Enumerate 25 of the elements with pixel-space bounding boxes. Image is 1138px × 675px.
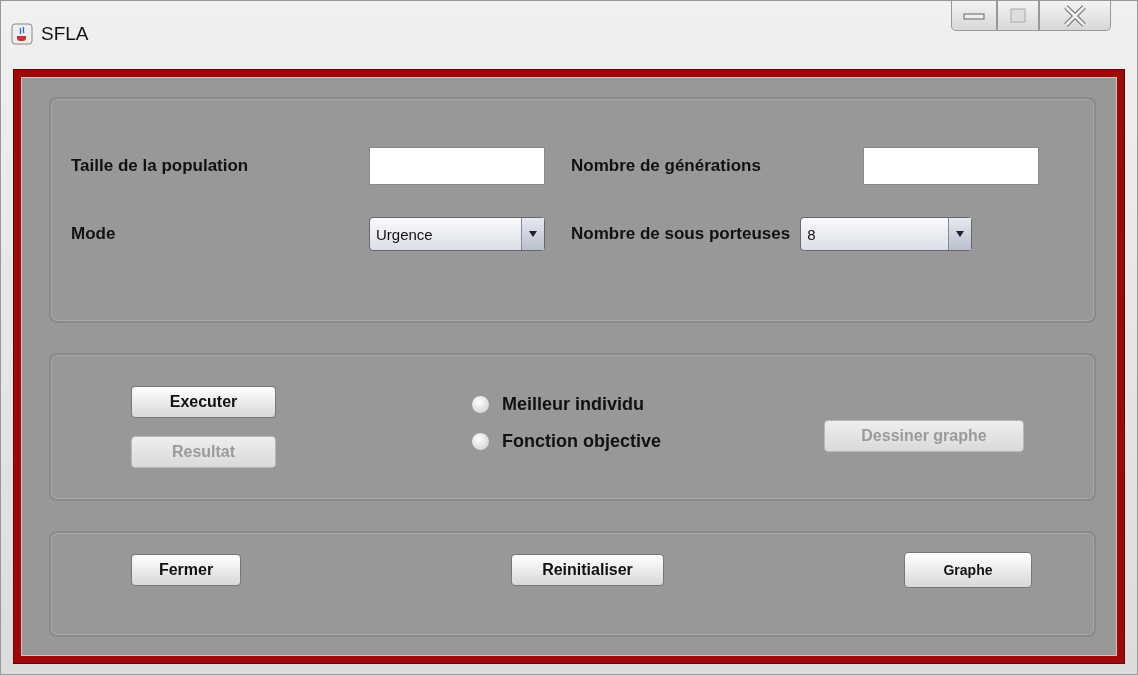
maximize-button[interactable]: [997, 1, 1039, 31]
dropdown[interactable]: Urgence: [369, 217, 545, 251]
close-button[interactable]: [1039, 1, 1111, 31]
minimize-icon: [962, 10, 986, 21]
input-field[interactable]: [863, 147, 1039, 185]
maximize-icon: [1008, 6, 1028, 25]
radio-label: Meilleur individu: [502, 394, 644, 415]
field-label: Mode: [71, 224, 117, 244]
java-cup-icon: [11, 23, 33, 45]
action-button[interactable]: Graphe: [904, 552, 1032, 588]
input-field[interactable]: [369, 147, 545, 185]
dropdown[interactable]: 8: [800, 217, 973, 251]
minimize-button[interactable]: [951, 1, 997, 31]
action-button[interactable]: Fermer: [131, 554, 241, 586]
field-label: Nombre de générations: [571, 156, 762, 176]
action-button[interactable]: Reinitialiser: [511, 554, 664, 586]
window-title: SFLA: [41, 23, 89, 45]
radio-button[interactable]: [471, 432, 490, 451]
caret-icon: [528, 230, 538, 238]
action-button[interactable]: Executer: [131, 386, 276, 418]
field-label: Taille de la population: [71, 156, 250, 176]
field-label: Nombre de sous porteuses: [571, 224, 791, 244]
caret-icon: [955, 230, 966, 238]
radio-label: Fonction objective: [502, 431, 661, 452]
radio-button[interactable]: [471, 395, 490, 414]
